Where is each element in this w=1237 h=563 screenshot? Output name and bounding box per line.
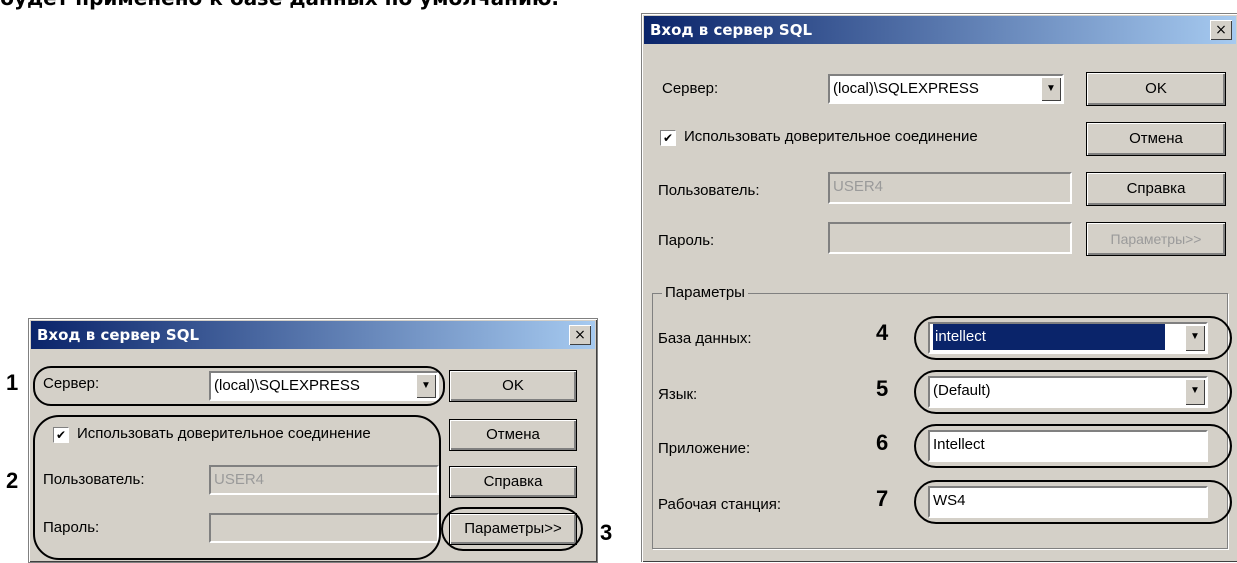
callout-number-6: 6 bbox=[876, 430, 889, 455]
language-label: Язык: bbox=[658, 386, 698, 403]
callout-ring-7 bbox=[914, 480, 1232, 524]
title-bar[interactable]: Вход в сервер SQL × bbox=[644, 16, 1236, 44]
cancel-button[interactable]: Отмена bbox=[1086, 122, 1226, 156]
database-label: База данных: bbox=[658, 330, 752, 347]
ok-button[interactable]: OK bbox=[1086, 72, 1226, 106]
user-field: USER4 bbox=[828, 172, 1072, 204]
parameters-group-title: Параметры bbox=[662, 284, 748, 301]
callout-number-5: 5 bbox=[876, 376, 889, 401]
user-label: Пользователь: bbox=[658, 182, 760, 199]
dialog-title: Вход в сервер SQL bbox=[650, 21, 813, 39]
trusted-connection-checkbox[interactable]: ✔ bbox=[660, 130, 676, 146]
callout-ring-3 bbox=[441, 507, 583, 551]
callout-number-4: 4 bbox=[876, 320, 889, 345]
callout-ring-2 bbox=[33, 415, 441, 560]
callout-ring-6 bbox=[914, 424, 1232, 468]
caption-text: будет применено к базе данных по умолчан… bbox=[0, 0, 559, 10]
callout-number-3: 3 bbox=[600, 520, 613, 545]
cancel-button[interactable]: Отмена bbox=[449, 419, 577, 451]
application-label: Приложение: bbox=[658, 440, 751, 457]
close-button[interactable]: × bbox=[1210, 20, 1232, 40]
password-label: Пароль: bbox=[658, 232, 715, 249]
callout-ring-1 bbox=[33, 366, 445, 406]
close-button[interactable]: × bbox=[569, 325, 591, 345]
workstation-label: Рабочая станция: bbox=[658, 496, 781, 513]
sql-login-dialog-large: Вход в сервер SQL × Сервер: (local)\SQLE… bbox=[641, 13, 1237, 562]
callout-number-1: 1 bbox=[6, 370, 19, 395]
dialog-title: Вход в сервер SQL bbox=[37, 326, 200, 344]
title-bar[interactable]: Вход в сервер SQL × bbox=[31, 321, 595, 349]
parameters-button: Параметры>> bbox=[1086, 222, 1226, 256]
trusted-connection-label: Использовать доверительное соединение bbox=[684, 128, 978, 145]
callout-ring-5 bbox=[914, 370, 1232, 414]
chevron-down-icon[interactable]: ▼ bbox=[1041, 77, 1061, 101]
callout-ring-4 bbox=[914, 316, 1232, 360]
ok-button[interactable]: OK bbox=[449, 370, 577, 402]
callout-number-2: 2 bbox=[6, 468, 19, 493]
server-value: (local)\SQLEXPRESS bbox=[833, 80, 979, 97]
password-field bbox=[828, 222, 1072, 254]
server-label: Сервер: bbox=[662, 80, 719, 97]
sql-login-dialog-small: Вход в сервер SQL × Сервер: (local)\SQLE… bbox=[28, 318, 598, 563]
server-select[interactable]: (local)\SQLEXPRESS ▼ bbox=[828, 74, 1064, 104]
callout-number-7: 7 bbox=[876, 486, 889, 511]
help-button[interactable]: Справка bbox=[1086, 172, 1226, 206]
help-button[interactable]: Справка bbox=[449, 466, 577, 498]
